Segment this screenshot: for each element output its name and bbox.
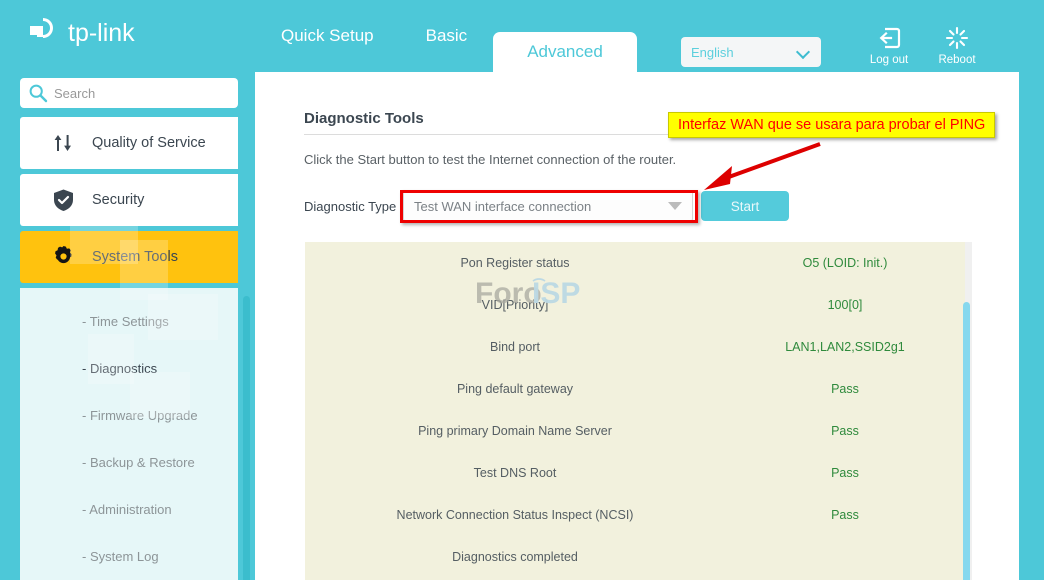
result-value: Pass: [725, 508, 965, 522]
logout-icon: [878, 26, 901, 50]
reboot-icon: [945, 26, 969, 50]
result-key: Pon Register status: [305, 256, 725, 270]
sidebar-subitem-system-log[interactable]: - System Log: [20, 533, 238, 580]
router-admin-page: tp-link Quick Setup Basic Advanced Engli…: [0, 0, 1044, 580]
search-icon: [28, 83, 48, 103]
diagnostic-type-select[interactable]: Test WAN interface connection: [403, 191, 693, 221]
result-value: 100[0]: [725, 298, 965, 312]
sidebar-subitem-administration[interactable]: - Administration: [20, 486, 238, 533]
sidebar-scrollbar[interactable]: [243, 296, 250, 580]
language-selector[interactable]: English: [681, 37, 821, 67]
result-value: Pass: [725, 466, 965, 480]
sidebar-subitem-backup-restore[interactable]: - Backup & Restore: [20, 439, 238, 486]
tplink-logo: tp-link: [22, 12, 172, 56]
sidebar-label-system-tools: System Tools: [92, 249, 178, 265]
result-value: Pass: [725, 382, 965, 396]
result-value: O5 (LOID: Init.): [725, 256, 965, 270]
language-value: English: [691, 45, 797, 60]
annotation-callout: Interfaz WAN que se usara para probar el…: [668, 112, 995, 138]
search-box[interactable]: [20, 78, 238, 108]
chevron-down-icon: [797, 45, 811, 59]
reboot-button[interactable]: Reboot: [925, 26, 989, 66]
search-input[interactable]: [54, 86, 230, 101]
result-key: Network Connection Status Inspect (NCSI): [305, 508, 725, 522]
sidebar-item-quality-of-service[interactable]: Quality of Service: [20, 117, 238, 169]
results-scrollbar[interactable]: [963, 302, 970, 580]
gear-icon: [50, 244, 76, 270]
result-row: Diagnostics completed: [305, 536, 965, 578]
result-row: VID[Priority] 100[0]: [305, 284, 965, 326]
result-row: Ping primary Domain Name Server Pass: [305, 410, 965, 452]
result-value: Pass: [725, 424, 965, 438]
tab-quick-setup[interactable]: Quick Setup: [255, 0, 400, 72]
sidebar-label-security: Security: [92, 192, 144, 208]
shield-check-icon: [50, 187, 76, 213]
diagnostic-results-panel: Pon Register status O5 (LOID: Init.) VID…: [305, 242, 965, 580]
sidebar-item-system-tools[interactable]: System Tools: [20, 231, 238, 283]
page-description: Click the Start button to test the Inter…: [304, 152, 676, 167]
tab-advanced[interactable]: Advanced: [493, 32, 637, 72]
result-key: VID[Priority]: [305, 298, 725, 312]
sidebar-subitem-time-settings[interactable]: - Time Settings: [20, 298, 238, 345]
result-value: LAN1,LAN2,SSID2g1: [725, 340, 965, 354]
sidebar-submenu: - Time Settings - Diagnostics - Firmware…: [20, 288, 238, 580]
sidebar-label-quality-of-service: Quality of Service: [92, 135, 206, 151]
result-row: Ping default gateway Pass: [305, 368, 965, 410]
result-key: Ping default gateway: [305, 382, 725, 396]
logout-button[interactable]: Log out: [857, 26, 921, 66]
sidebar-subitem-firmware-upgrade[interactable]: - Firmware Upgrade: [20, 392, 238, 439]
content-panel: Diagnostic Tools Click the Start button …: [255, 72, 1019, 580]
svg-text:tp-link: tp-link: [68, 19, 135, 47]
top-bar: tp-link Quick Setup Basic Advanced Engli…: [0, 0, 1044, 72]
result-status-text: Diagnostics completed: [305, 550, 725, 564]
diagnostic-type-value: Test WAN interface connection: [414, 199, 668, 214]
result-key: Bind port: [305, 340, 725, 354]
result-row: Network Connection Status Inspect (NCSI)…: [305, 494, 965, 536]
main-nav-tabs: Quick Setup Basic Advanced: [255, 0, 637, 72]
reboot-label: Reboot: [938, 54, 975, 66]
sidebar-subitem-diagnostics[interactable]: - Diagnostics: [20, 345, 238, 392]
diagnostic-type-label: Diagnostic Type: [304, 199, 396, 214]
tplink-logo-svg: tp-link: [22, 14, 172, 54]
start-button[interactable]: Start: [701, 191, 789, 221]
result-row: Pon Register status O5 (LOID: Init.): [305, 242, 965, 284]
result-key: Test DNS Root: [305, 466, 725, 480]
sidebar-menu: Quality of Service Security: [20, 117, 238, 580]
logout-label: Log out: [870, 54, 908, 66]
tab-basic[interactable]: Basic: [400, 0, 494, 72]
chevron-down-icon: [668, 202, 682, 210]
sidebar-item-security[interactable]: Security: [20, 174, 238, 226]
result-key: Ping primary Domain Name Server: [305, 424, 725, 438]
result-row: Test DNS Root Pass: [305, 452, 965, 494]
page-title: Diagnostic Tools: [304, 110, 424, 127]
result-row: Bind port LAN1,LAN2,SSID2g1: [305, 326, 965, 368]
sidebar: Quality of Service Security: [0, 72, 255, 580]
updown-arrows-icon: [50, 130, 76, 156]
